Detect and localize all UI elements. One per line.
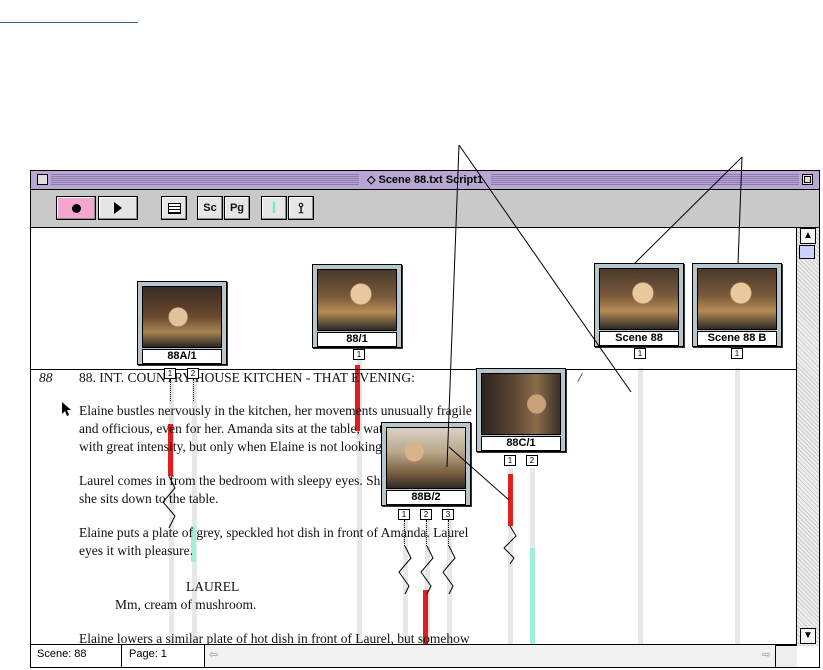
take-marker[interactable]: 1	[504, 455, 516, 466]
video-clip-thumbnail[interactable]: Scene 88 B	[692, 263, 782, 347]
marker-tick	[448, 520, 450, 546]
take-marker[interactable]: 1	[634, 348, 646, 359]
take-marker[interactable]: 2	[187, 368, 199, 379]
track-break-zigzag	[503, 526, 517, 565]
scene-number: 88	[39, 370, 53, 385]
horizontal-scrollbar[interactable]: ⇦ ⇨	[204, 645, 797, 667]
clip-range-bar	[508, 474, 513, 526]
list-icon	[167, 202, 181, 214]
take-marker[interactable]: 2	[526, 455, 538, 466]
record-icon	[71, 203, 81, 213]
marker-tick	[170, 379, 172, 401]
arrow-cursor-icon	[62, 402, 71, 416]
top-rule	[0, 22, 138, 23]
vertical-scrollbar[interactable]: ▲ ▼	[796, 228, 819, 646]
page-indicator: Page: 1	[129, 648, 167, 660]
clip-frame	[386, 427, 466, 489]
scene-button[interactable]: Sc	[197, 196, 223, 220]
resize-box[interactable]	[775, 645, 797, 667]
toolbar: Sc Pg I ⟟	[31, 190, 819, 228]
clip-frame	[317, 269, 397, 331]
ibeam-tool-button[interactable]: I	[261, 196, 287, 220]
take-marker[interactable]: 3	[442, 509, 454, 520]
script-window: ◇ Scene 88.txt Script1 Sc Pg I ⟟ 88 88. …	[30, 170, 820, 668]
clip-label: 88B/2	[386, 490, 466, 505]
action-line: eyes it with pleasure.	[79, 543, 193, 558]
marker-tick	[426, 520, 428, 546]
clip-frame	[481, 373, 561, 435]
ibeam-icon: I	[271, 198, 277, 217]
action-line: she sits down to the table.	[79, 491, 219, 506]
clip-frame	[697, 268, 777, 330]
close-box[interactable]	[37, 174, 48, 185]
track-break-zigzag	[398, 546, 456, 595]
play-button[interactable]	[98, 196, 138, 220]
scroll-thumb[interactable]	[799, 245, 815, 259]
scroll-left-arrow-icon[interactable]: ⇦	[209, 648, 218, 661]
page-button[interactable]: Pg	[224, 196, 250, 220]
clip-frame	[599, 268, 679, 330]
action-line: Elaine puts a plate of grey, speckled ho…	[79, 525, 469, 540]
video-clip-thumbnail[interactable]: Scene 88	[594, 263, 684, 347]
scroll-down-arrow-icon[interactable]: ▼	[800, 628, 816, 644]
clip-range-bar	[530, 548, 535, 646]
clip-track	[638, 368, 643, 646]
take-marker[interactable]: 2	[420, 509, 432, 520]
scroll-right-arrow-icon[interactable]: ⇨	[762, 648, 771, 661]
scroll-up-arrow-icon[interactable]: ▲	[800, 228, 816, 244]
ibeam-range-icon: ⟟	[298, 199, 304, 217]
video-clip-thumbnail[interactable]: 88C/1	[476, 368, 566, 452]
clip-label: 88A/1	[142, 349, 222, 364]
status-bar: Scene: 88 Page: 1 ⇦ ⇨	[31, 644, 797, 667]
scene-heading-mark: /	[578, 370, 582, 385]
action-line: with great intensity, but only when Elai…	[79, 439, 386, 454]
take-marker[interactable]: 1	[398, 509, 410, 520]
dialogue-line: Mm, cream of mushroom.	[115, 597, 257, 612]
video-clip-thumbnail[interactable]: 88B/2	[381, 422, 471, 506]
take-marker[interactable]: 1	[731, 348, 743, 359]
list-view-button[interactable]	[161, 196, 187, 220]
video-clip-thumbnail[interactable]: 88A/1	[137, 281, 227, 365]
character-name: LAUREL	[186, 579, 240, 594]
record-button[interactable]	[56, 196, 96, 220]
script-content[interactable]: 88 88. INT. COUNTRY HOUSE KITCHEN - THAT…	[31, 228, 797, 646]
play-icon	[114, 202, 122, 214]
clip-label: 88C/1	[481, 436, 561, 451]
title-bar[interactable]: ◇ Scene 88.txt Script1	[31, 171, 819, 190]
take-marker[interactable]: 1	[353, 349, 365, 360]
take-marker[interactable]: 1	[164, 368, 176, 379]
action-line: Elaine bustles nervously in the kitchen,…	[79, 403, 472, 418]
clip-track	[735, 368, 740, 646]
clip-frame	[142, 286, 222, 348]
window-title: ◇ Scene 88.txt Script1	[358, 173, 492, 186]
video-clip-thumbnail[interactable]: 88/1	[312, 264, 402, 348]
marker-tick	[404, 520, 406, 546]
scene-indicator: Scene: 88	[37, 648, 87, 660]
clip-label: Scene 88	[599, 331, 679, 346]
zoom-box[interactable]	[802, 174, 813, 185]
scene-heading: 88. INT. COUNTRY HOUSE KITCHEN - THAT EV…	[79, 370, 415, 385]
clip-label: 88/1	[317, 332, 397, 347]
marker-tick	[193, 379, 195, 401]
ibeam-range-tool-button[interactable]: ⟟	[288, 196, 314, 220]
clip-label: Scene 88 B	[697, 331, 777, 346]
